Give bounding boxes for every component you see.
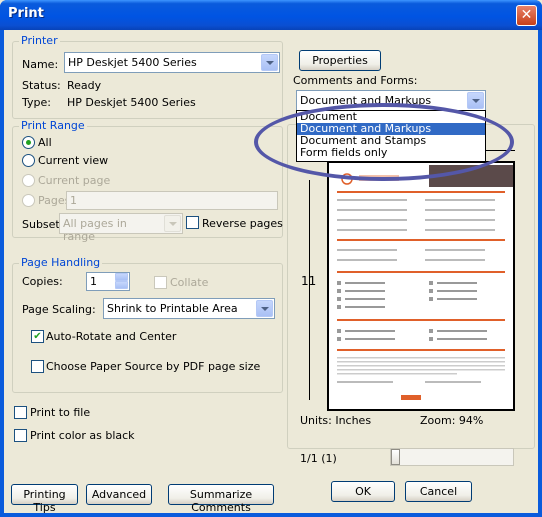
window-title: Print (8, 6, 44, 21)
print-range-group-label: Print Range (19, 119, 87, 132)
page-scaling-select[interactable]: Shrink to Printable Area (103, 298, 275, 319)
slider-thumb[interactable] (391, 449, 400, 465)
chevron-down-icon (256, 300, 273, 317)
radio-pages[interactable] (22, 194, 35, 207)
print-to-file-checkbox[interactable] (14, 406, 27, 419)
reverse-pages-checkbox[interactable] (186, 216, 199, 229)
page-handling-group-label: Page Handling (19, 256, 103, 269)
chevron-down-icon (261, 54, 278, 71)
dialog-body: Printer Name: HP Deskjet 5400 Series Sta… (4, 30, 538, 514)
printer-status-value: Ready (67, 79, 102, 92)
printing-tips-button[interactable]: Printing Tips (11, 484, 78, 514)
copies-value: 1 (90, 275, 97, 288)
collate-label: Collate (170, 276, 209, 289)
printer-name-value: HP Deskjet 5400 Series (68, 56, 197, 69)
subset-label: Subset: (22, 218, 64, 231)
spin-down-icon[interactable] (115, 281, 128, 289)
close-icon: ✕ (520, 7, 533, 23)
spin-up-icon[interactable] (115, 273, 128, 281)
zoom-label: Zoom: 94% (420, 414, 484, 427)
pages-input[interactable]: 1 (66, 191, 278, 210)
title-bar[interactable]: Print ✕ (0, 0, 542, 30)
chevron-down-icon (467, 92, 484, 109)
page-scaling-value: Shrink to Printable Area (107, 302, 238, 315)
radio-current-page-label: Current page (38, 174, 111, 187)
properties-button[interactable]: Properties (299, 50, 381, 71)
auto-rotate-checkbox[interactable]: ✔ (31, 330, 44, 343)
radio-all[interactable] (22, 136, 35, 149)
units-label: Units: Inches (300, 414, 372, 427)
chevron-down-icon (164, 215, 181, 232)
subset-value: All pages in range (63, 217, 127, 243)
page-counter: 1/1 (1) (300, 452, 337, 465)
close-button[interactable]: ✕ (516, 5, 537, 26)
comments-forms-label: Comments and Forms: (293, 74, 418, 87)
height-dimension-line (309, 180, 310, 400)
collate-checkbox[interactable] (154, 276, 167, 289)
choose-paper-source-checkbox[interactable] (31, 360, 44, 373)
document-preview-image (337, 165, 513, 400)
print-to-file-label[interactable]: Print to file (30, 406, 90, 419)
copies-input[interactable]: 1 (86, 272, 130, 291)
radio-current-view[interactable] (22, 154, 35, 167)
print-color-as-black-checkbox[interactable] (14, 429, 27, 442)
page-slider[interactable] (390, 448, 514, 466)
ok-button[interactable]: OK (331, 481, 395, 502)
printer-type-value: HP Deskjet 5400 Series (67, 96, 196, 109)
printer-group-label: Printer (19, 34, 60, 47)
checkmark-icon: ✔ (33, 331, 42, 342)
page-preview (327, 161, 515, 411)
printer-status-label: Status: (22, 79, 61, 92)
radio-current-view-label[interactable]: Current view (38, 154, 108, 167)
summarize-comments-button[interactable]: Summarize Comments (168, 484, 274, 514)
reverse-pages-label[interactable]: Reverse pages (202, 217, 283, 230)
print-dialog-window: Print ✕ Printer Name: HP Deskjet 5400 Se… (0, 0, 542, 517)
printer-name-select[interactable]: HP Deskjet 5400 Series (64, 52, 280, 73)
cancel-button[interactable]: Cancel (405, 481, 472, 502)
print-color-as-black-label[interactable]: Print color as black (30, 429, 135, 442)
highlight-ellipse (254, 103, 514, 181)
page-scaling-label: Page Scaling: (22, 303, 96, 316)
printer-type-label: Type: (22, 96, 51, 109)
copies-label: Copies: (22, 275, 63, 288)
radio-all-label[interactable]: All (38, 136, 52, 149)
auto-rotate-label[interactable]: Auto-Rotate and Center (46, 330, 176, 343)
choose-paper-source-label[interactable]: Choose Paper Source by PDF page size (46, 360, 260, 373)
advanced-button[interactable]: Advanced (86, 484, 152, 505)
subset-select[interactable]: All pages in range (59, 213, 183, 243)
radio-current-page[interactable] (22, 174, 35, 187)
printer-name-label: Name: (22, 58, 59, 71)
